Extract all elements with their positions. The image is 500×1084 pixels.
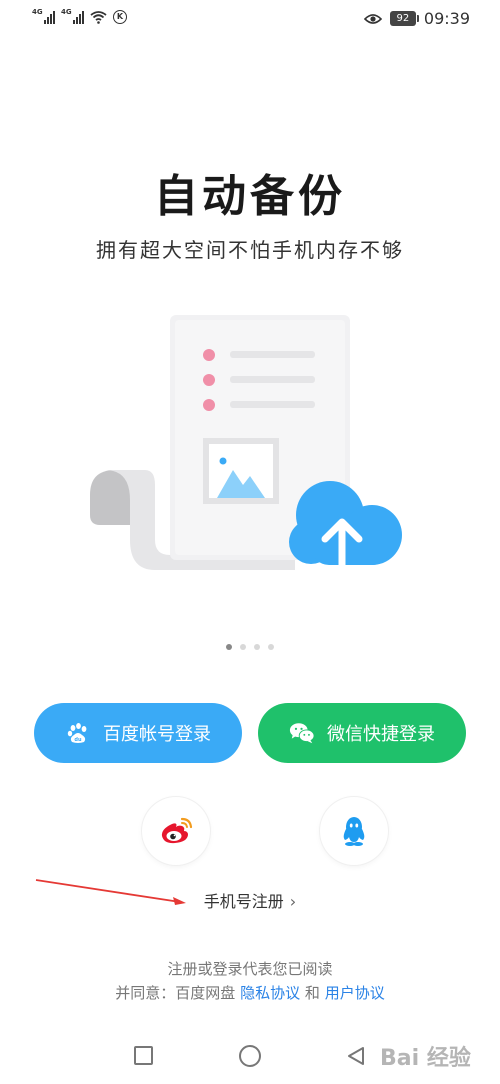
- agreement-and: 和: [304, 984, 320, 1002]
- privacy-policy-link[interactable]: 隐私协议: [240, 984, 300, 1002]
- weibo-icon: [161, 817, 193, 844]
- wifi-icon: [90, 11, 107, 24]
- wechat-icon: [289, 720, 315, 746]
- qq-login-button[interactable]: [320, 797, 388, 865]
- page-subtitle: 拥有超大空间不怕手机内存不够: [96, 238, 404, 262]
- qq-icon: [343, 817, 365, 846]
- agreement-text: 注册或登录代表您已阅读 并同意：百度网盘 隐私协议 和 用户协议: [0, 957, 500, 1005]
- agreement-prefix: 并同意：百度网盘: [115, 984, 236, 1002]
- phone-register-label: 手机号注册: [203, 892, 284, 911]
- signal-strength-icon: 4G: [61, 8, 84, 24]
- chevron-right-icon: ›: [289, 892, 297, 911]
- status-bar-left: 4G 4G K: [32, 8, 127, 24]
- status-bar-right: 92 09:39: [363, 9, 470, 28]
- pager-indicator: [0, 644, 500, 650]
- cloud-upload-icon: [289, 481, 402, 572]
- pager-dot: [254, 644, 260, 650]
- agreement-line-2: 并同意：百度网盘 隐私协议 和 用户协议: [0, 981, 500, 1005]
- battery-icon: 92: [389, 11, 419, 26]
- pager-dot: [268, 644, 274, 650]
- svg-text:du: du: [74, 737, 82, 743]
- user-agreement-link[interactable]: 用户协议: [325, 984, 385, 1002]
- phone-register-link[interactable]: 手机号注册 ›: [0, 888, 500, 912]
- baidu-jingyan-watermark: Bai 经验: [380, 1046, 471, 1071]
- weibo-login-button[interactable]: [142, 797, 210, 865]
- network-type-label: 4G: [32, 8, 43, 16]
- backup-illustration: [90, 315, 402, 572]
- home-button[interactable]: [239, 1045, 261, 1067]
- agreement-line-1: 注册或登录代表您已阅读: [167, 960, 333, 978]
- wechat-login-button[interactable]: 微信快捷登录: [258, 703, 466, 763]
- network-type-label: 4G: [61, 8, 72, 16]
- back-button[interactable]: [345, 1045, 367, 1067]
- pager-dot-active: [226, 644, 232, 650]
- baidu-login-button[interactable]: du 百度帐号登录: [34, 703, 242, 763]
- baidu-paw-icon: du: [65, 720, 91, 746]
- signal-strength-icon: 4G: [32, 8, 55, 24]
- list-bullet: [203, 399, 215, 411]
- pager-dot: [240, 644, 246, 650]
- recent-apps-button[interactable]: [134, 1046, 153, 1065]
- list-bullet: [203, 349, 215, 361]
- status-bar: 4G 4G K 92 09:39: [0, 0, 500, 40]
- baidu-login-label: 百度帐号登录: [103, 724, 211, 745]
- eye-comfort-icon: [363, 13, 382, 24]
- list-bullet: [203, 374, 215, 386]
- clock: 09:39: [423, 9, 470, 28]
- page-title: 自动备份: [154, 171, 346, 222]
- wechat-login-label: 微信快捷登录: [327, 724, 435, 745]
- k-notification-icon: K: [113, 10, 127, 24]
